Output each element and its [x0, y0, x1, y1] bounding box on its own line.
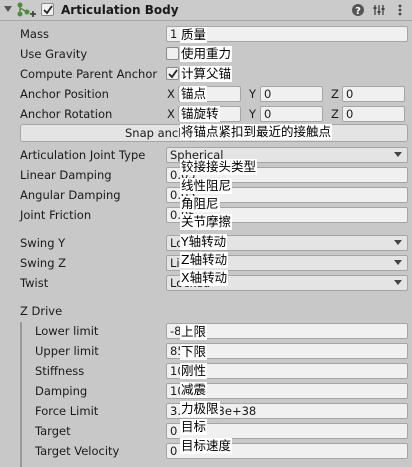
use-gravity-annotation: 使用重力 [180, 46, 233, 62]
anchor-position-z-field[interactable]: 0 [342, 86, 405, 102]
axis-y-label: Y [249, 87, 257, 101]
target-velocity-annotation: 目标速度 [180, 438, 233, 454]
joint-friction-annotation: 关节摩擦 [180, 214, 233, 230]
chevron-down-icon [394, 260, 402, 265]
anchor-rotation-y-field[interactable]: 0 [260, 106, 323, 122]
anchor-rotation-label: Anchor Rotation [20, 107, 113, 121]
swing-y-annotation: Y轴转动 [180, 234, 228, 250]
linear-damping-annotation: 线性阻尼 [180, 178, 233, 194]
anchor-position-y-field[interactable]: 0 [260, 86, 323, 102]
svg-text:?: ? [355, 6, 361, 17]
anchor-rotation-z-field[interactable]: 0 [342, 106, 405, 122]
mass-label: Mass [20, 27, 49, 41]
force-limit-label: Force Limit [35, 404, 99, 418]
help-icon[interactable]: ? [351, 3, 365, 17]
z-drive-row: Z Drive [0, 301, 412, 321]
stiffness-label: Stiffness [35, 364, 85, 378]
presets-icon[interactable] [372, 3, 386, 17]
stiffness-annotation: 刚性 [180, 363, 208, 379]
lower-limit-annotation: 上限 [180, 324, 208, 340]
articulation-body-icon [14, 2, 38, 18]
use-gravity-checkbox[interactable] [166, 47, 179, 60]
force-limit-annotation: 力极限 [180, 401, 220, 417]
chevron-down-icon [394, 280, 402, 285]
compute-parent-anchor-checkbox[interactable] [166, 67, 179, 80]
upper-limit-annotation: 下限 [180, 344, 208, 360]
twist-annotation: X轴转动 [180, 270, 229, 286]
component-title: Articulation Body [61, 3, 179, 17]
axis-x-label: X [167, 107, 175, 121]
twist-label: Twist [20, 276, 49, 290]
linear-damping-label: Linear Damping [20, 168, 112, 182]
joint-type-annotation: 铰接接头类型 [180, 159, 258, 175]
anchor-rotation-annotation: 锚旋转 [180, 106, 220, 122]
joint-friction-label: Joint Friction [20, 208, 92, 222]
angular-damping-label: Angular Damping [20, 188, 121, 202]
component-header: Articulation Body ? [0, 0, 412, 21]
chevron-down-icon [394, 240, 402, 245]
target-label: Target [35, 424, 71, 438]
mass-annotation: 质量 [180, 27, 208, 43]
component-enabled-checkbox[interactable] [41, 3, 54, 16]
foldout-arrow-icon[interactable] [4, 6, 12, 12]
target-annotation: 目标 [180, 419, 208, 435]
axis-z-label: Z [331, 107, 339, 121]
swing-y-label: Swing Y [20, 236, 66, 250]
anchor-position-label: Anchor Position [20, 87, 109, 101]
swing-z-label: Swing Z [20, 256, 67, 270]
swing-z-annotation: Z轴转动 [180, 252, 229, 268]
compute-parent-anchor-annotation: 计算父锚 [180, 66, 233, 82]
target-velocity-label: Target Velocity [35, 444, 120, 458]
axis-x-label: X [167, 87, 175, 101]
lower-limit-label: Lower limit [35, 324, 99, 338]
snap-anchor-annotation: 将锚点紧扣到最近的接触点 [180, 124, 333, 140]
use-gravity-label: Use Gravity [20, 47, 88, 61]
z-drive-title: Z Drive [20, 304, 63, 318]
damping-annotation: 减震 [180, 382, 208, 398]
axis-z-label: Z [331, 87, 339, 101]
joint-type-label: Articulation Joint Type [20, 148, 146, 162]
chevron-down-icon [394, 152, 402, 157]
angular-damping-annotation: 角阻尼 [180, 196, 220, 212]
compute-parent-anchor-label: Compute Parent Anchor [20, 67, 158, 81]
upper-limit-label: Upper limit [35, 344, 99, 358]
damping-label: Damping [35, 384, 88, 398]
context-menu-icon[interactable] [393, 3, 407, 17]
axis-y-label: Y [249, 107, 257, 121]
anchor-position-annotation: 锚点 [180, 86, 208, 102]
